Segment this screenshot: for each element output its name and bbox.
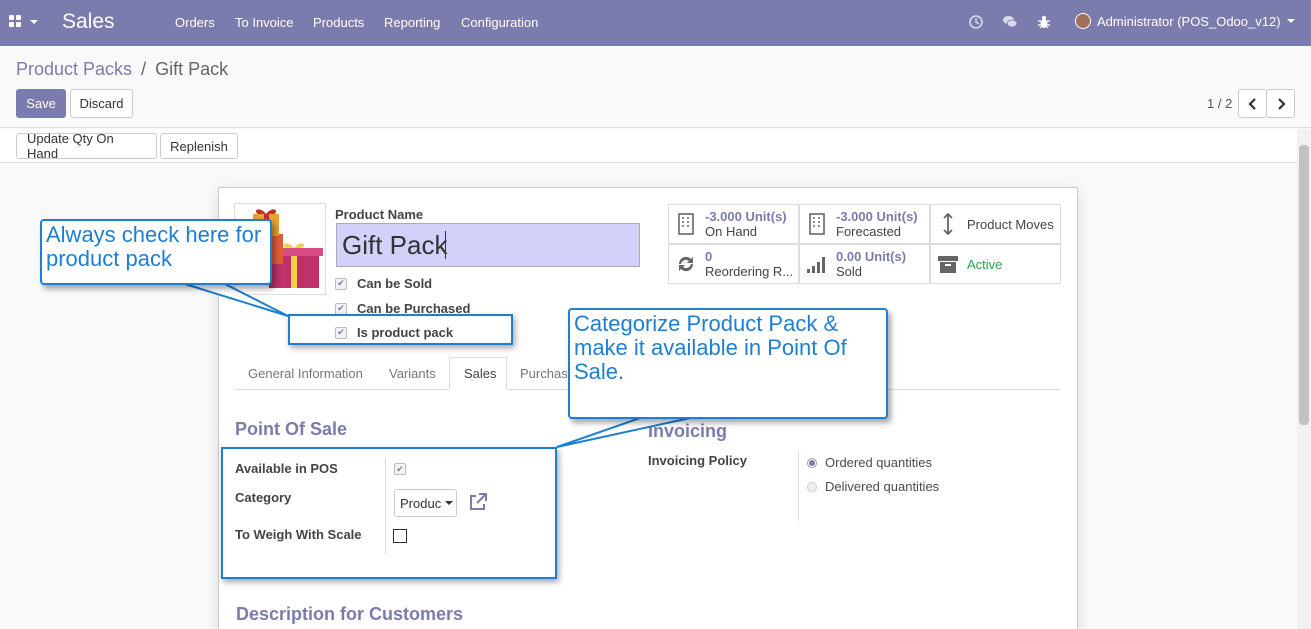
pos-callout: Categorize Product Pack & make it availa… [568,308,888,419]
pack-callout: Always check here for product pack [40,219,272,285]
